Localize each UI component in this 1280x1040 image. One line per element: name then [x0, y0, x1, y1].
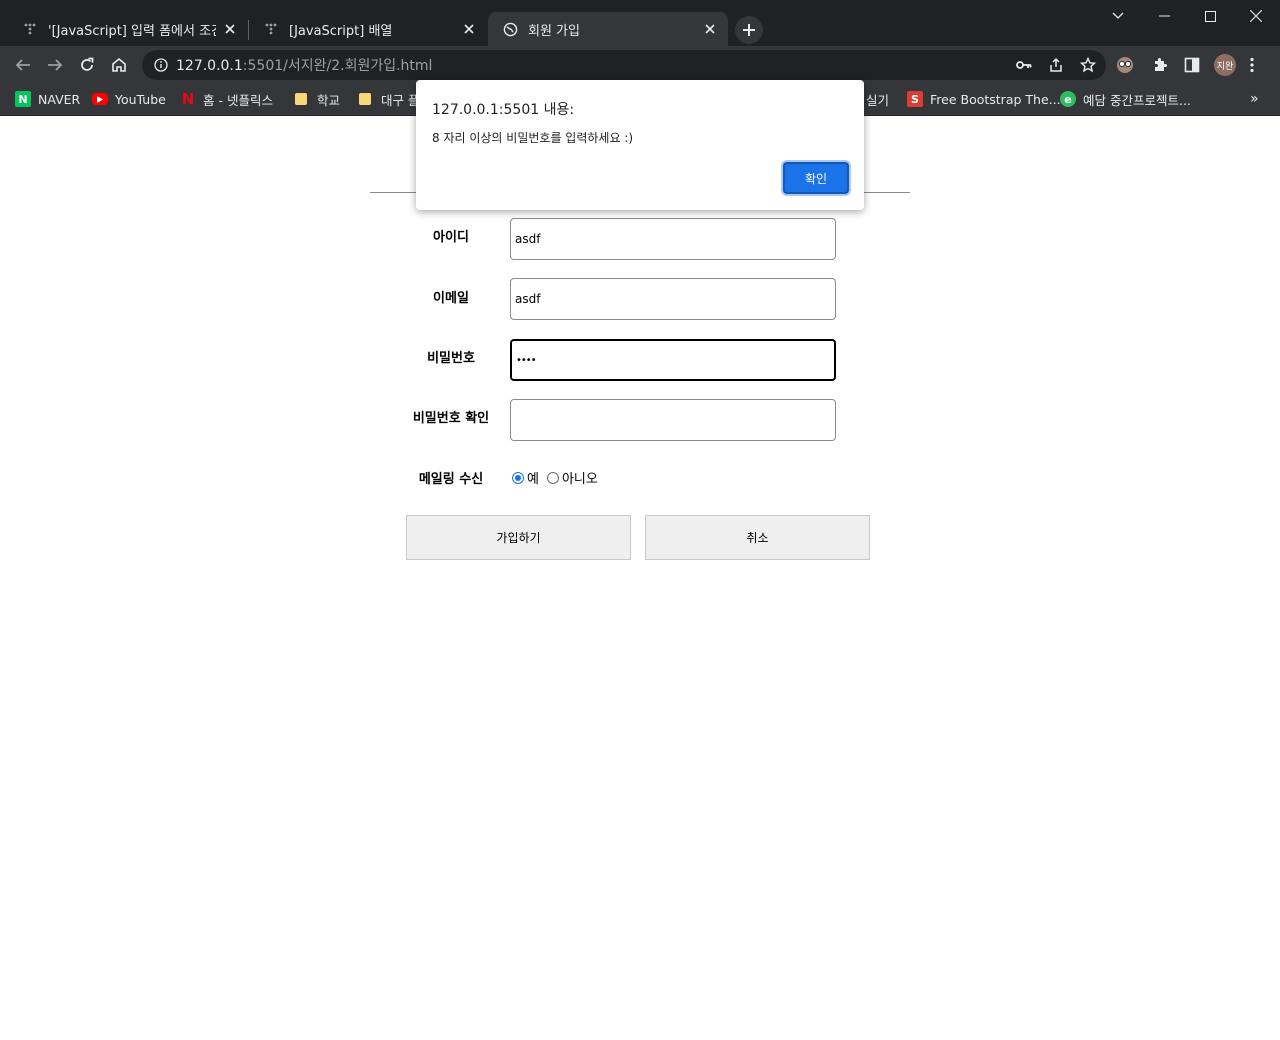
bookmarks-overflow-button[interactable]: »: [1250, 88, 1259, 110]
forward-button[interactable]: [40, 50, 70, 80]
bookmark-free-bootstrap[interactable]: S Free Bootstrap The...: [907, 88, 1061, 110]
double-chevron-right-icon: »: [1250, 91, 1259, 107]
bookmark-label: YouTube: [115, 91, 166, 107]
share-icon[interactable]: [1044, 53, 1068, 77]
password-label: 비밀번호: [427, 351, 475, 366]
close-tab-icon[interactable]: [222, 21, 238, 37]
bookmark-folder-practical[interactable]: 실기: [866, 88, 889, 110]
tab-title: '[JavaScript] 입력 폼에서 조건 체: [48, 23, 216, 39]
bookmark-label: Free Bootstrap The...: [930, 91, 1061, 107]
mailing-yes-radio[interactable]: [512, 471, 524, 484]
password-confirm-label: 비밀번호 확인: [412, 411, 490, 426]
tab-search-button[interactable]: [1095, 0, 1141, 32]
glasses-face-icon: [1116, 56, 1134, 74]
tab-title: [JavaScript] 배열: [289, 23, 393, 39]
key-icon[interactable]: [1012, 53, 1036, 77]
puzzle-icon: [1155, 58, 1167, 71]
extensions-button[interactable]: [1152, 50, 1168, 80]
mailing-radio-group: 예 아니오: [512, 468, 598, 487]
bookmark-label: NAVER: [38, 91, 81, 107]
bookmark-label: 예담 중간프로젝트...: [1083, 92, 1191, 108]
minimize-icon: [1158, 15, 1170, 17]
side-panel-button[interactable]: [1184, 50, 1200, 80]
tab-javascript-array[interactable]: [JavaScript] 배열: [249, 12, 487, 46]
tistory-dots-icon: [263, 21, 279, 37]
globe-icon: [502, 21, 518, 37]
cancel-button[interactable]: 취소: [645, 515, 870, 560]
profile-button[interactable]: 지완: [1214, 50, 1236, 80]
chevron-down-icon: [1112, 12, 1124, 19]
tab-signup[interactable]: 회원 가입: [488, 12, 728, 46]
id-label: 아이디: [433, 230, 469, 245]
dialog-message: 8 자리 이상의 비밀번호를 입력하세요 :): [432, 131, 634, 145]
bookmark-folder-daegu[interactable]: 대구 플: [359, 88, 419, 110]
dialog-title: 127.0.0.1:5501 내용:: [432, 102, 575, 118]
bookmark-folder-school[interactable]: 학교: [295, 88, 340, 110]
mailing-label: 메일링 수신: [418, 472, 484, 487]
window-close-button[interactable]: [1233, 0, 1279, 32]
reload-icon: [81, 57, 94, 71]
bookmark-naver[interactable]: N NAVER: [15, 88, 80, 110]
mailing-yes-label: 예: [527, 472, 539, 487]
youtube-icon: [92, 93, 108, 105]
reload-button[interactable]: [72, 50, 102, 80]
password-field[interactable]: ••••: [510, 339, 836, 381]
tab-javascript-form[interactable]: '[JavaScript] 입력 폼에서 조건 체: [8, 12, 248, 46]
bookmark-netflix[interactable]: N 홈 - 넷플릭스: [180, 88, 273, 110]
mailing-no-label: 아니오: [561, 472, 598, 487]
maximize-button[interactable]: [1187, 0, 1233, 32]
submit-button[interactable]: 가입하기: [406, 515, 631, 560]
url-text: 127.0.0.1:5501/서지완/2.회원가입.html: [176, 55, 432, 75]
menu-button[interactable]: [1250, 50, 1254, 80]
url-path: :5501/서지완/2.회원가입.html: [242, 58, 433, 74]
startbootstrap-icon: S: [907, 91, 923, 107]
url-host: 127.0.0.1: [176, 58, 243, 74]
back-button[interactable]: [8, 50, 38, 80]
extension-tampermonkey[interactable]: [1116, 50, 1134, 80]
email-field[interactable]: asdf: [510, 278, 836, 320]
folder-icon: [295, 93, 307, 105]
email-label: 이메일: [433, 291, 469, 306]
bookmark-label: 홈 - 넷플릭스: [203, 92, 273, 108]
dialog-ok-button[interactable]: 확인: [783, 162, 849, 194]
alert-dialog: 127.0.0.1:5501 내용: 8 자리 이상의 비밀번호를 입력하세요 …: [416, 80, 864, 210]
close-icon: [1250, 10, 1262, 22]
bookmark-yedam-project[interactable]: e 예담 중간프로젝트...: [1060, 88, 1191, 110]
home-button[interactable]: [104, 50, 134, 80]
close-tab-icon[interactable]: [461, 21, 477, 37]
id-field[interactable]: asdf: [510, 218, 836, 260]
maximize-icon: [1204, 10, 1216, 22]
avatar: 지완: [1214, 54, 1236, 76]
plus-icon: [743, 24, 755, 36]
arrow-right-icon: [48, 59, 63, 71]
side-panel-icon: [1184, 57, 1200, 73]
password-confirm-field[interactable]: [510, 399, 836, 441]
bookmark-label: 학교: [317, 92, 341, 108]
tab-title: 회원 가입: [528, 23, 580, 39]
netflix-icon: N: [181, 90, 195, 108]
minimize-button[interactable]: [1141, 0, 1187, 32]
kebab-menu-icon: [1250, 57, 1254, 73]
new-tab-button[interactable]: [735, 16, 763, 44]
bookmark-label: 실기: [866, 92, 890, 108]
evernote-icon: e: [1060, 91, 1076, 107]
info-icon[interactable]: [146, 58, 176, 72]
home-icon: [112, 57, 126, 72]
page-content: 아이디 asdf 이메일 asdf 비밀번호 •••• 비밀번호 확인 메일링 …: [0, 116, 1280, 1040]
browser-toolbar: 127.0.0.1:5501/서지완/2.회원가입.html 지완: [0, 46, 1280, 84]
naver-icon: N: [15, 91, 31, 107]
tistory-dots-icon: [22, 21, 38, 37]
bookmark-youtube[interactable]: YouTube: [92, 88, 166, 110]
tab-strip: '[JavaScript] 입력 폼에서 조건 체 [JavaScript] 배…: [0, 0, 1280, 50]
address-bar[interactable]: 127.0.0.1:5501/서지완/2.회원가입.html: [142, 50, 1106, 80]
star-icon[interactable]: [1076, 53, 1100, 77]
mailing-no-radio[interactable]: [546, 471, 559, 484]
close-tab-icon[interactable]: [702, 21, 718, 37]
bookmark-label: 대구 플: [381, 92, 420, 108]
folder-icon: [359, 93, 371, 105]
arrow-left-icon: [15, 59, 30, 71]
